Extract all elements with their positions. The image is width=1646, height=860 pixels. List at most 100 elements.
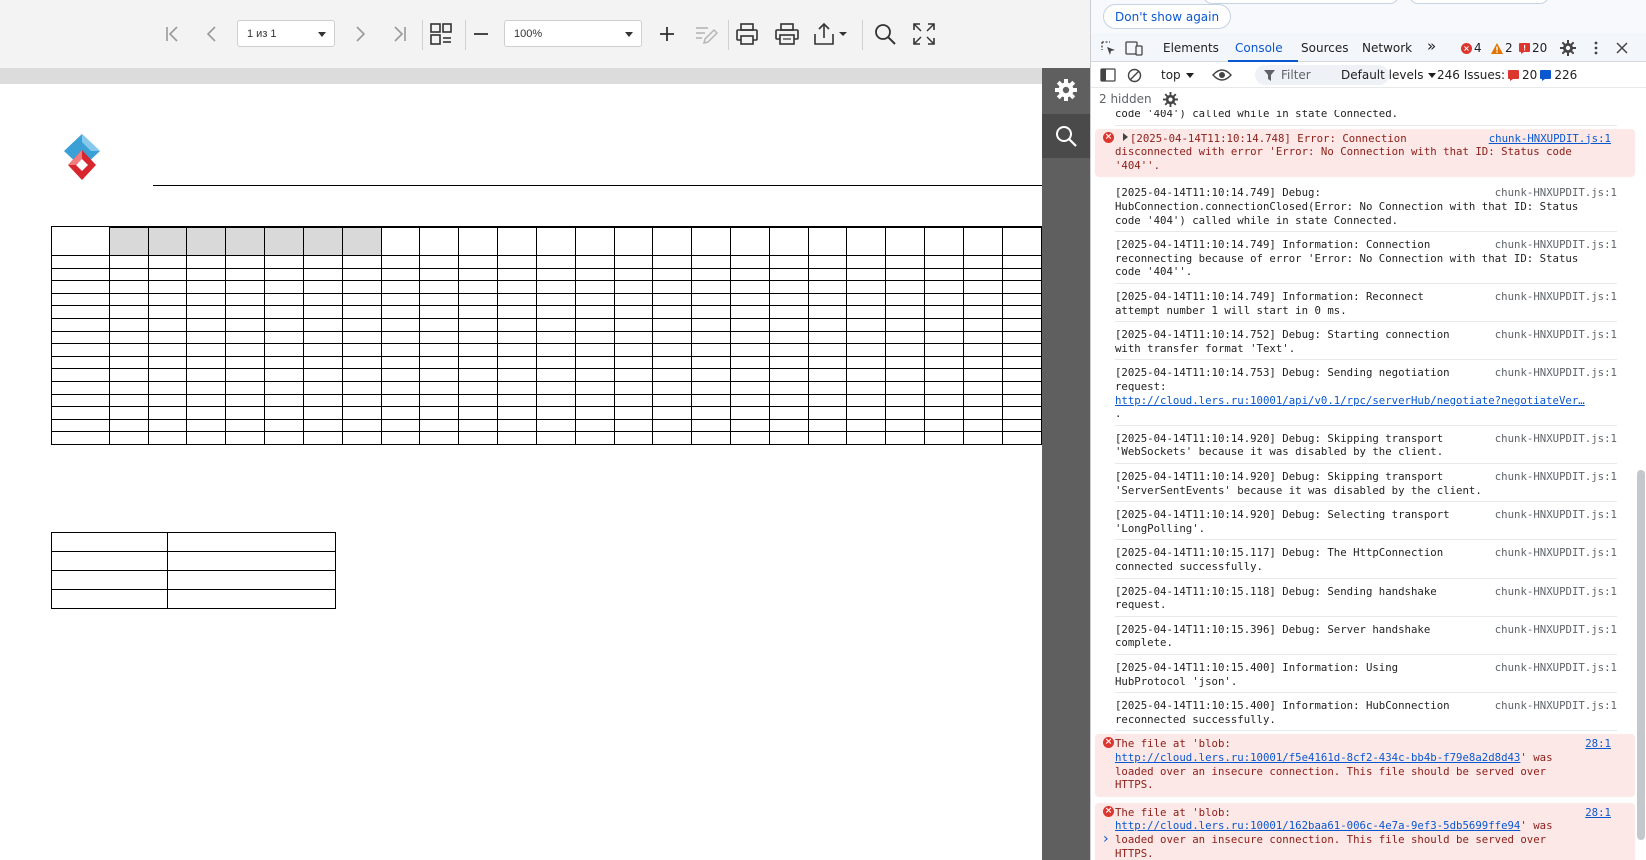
console-log-message[interactable]: [2025-04-14T11:10:14.920] Debug: Skippin…	[1115, 429, 1617, 464]
print-icon[interactable]	[731, 18, 763, 50]
console-log-message[interactable]: [2025-04-14T11:10:15.400] Information: H…	[1115, 696, 1617, 732]
tab-network[interactable]: Network	[1362, 41, 1412, 55]
fullscreen-icon[interactable]	[908, 18, 940, 50]
console-error-message[interactable]: × The file at 'blob: http://cloud.lers.ru:…	[1095, 734, 1635, 797]
console-url-link[interactable]: http://cloud.lers.ru:10001/api/v0.1/rpc/…	[1115, 394, 1585, 407]
issues-label: 246 Issues:	[1437, 68, 1506, 82]
table-cell	[846, 292, 887, 307]
console-log-message[interactable]: [2025-04-14T11:10:14.749] Information: C…	[1115, 235, 1617, 284]
table-cell	[419, 393, 460, 408]
table-cell	[108, 292, 149, 307]
more-options-icon[interactable]	[1587, 39, 1605, 57]
table-cell	[962, 280, 1003, 294]
console-source-link[interactable]: chunk-HNXUPDIT.js:1	[1495, 585, 1617, 599]
dont-show-again-button[interactable]: Don't show again	[1103, 4, 1232, 29]
print-preview-icon[interactable]	[771, 18, 803, 50]
export-icon[interactable]	[811, 18, 853, 50]
prev-page-icon[interactable]	[196, 18, 228, 50]
error-count[interactable]: × 4	[1461, 41, 1482, 55]
console-source-link[interactable]: chunk-HNXUPDIT.js:1	[1495, 186, 1617, 200]
infobar-button[interactable]	[1409, 0, 1549, 4]
first-page-icon[interactable]	[157, 18, 189, 50]
table-cell	[846, 406, 887, 420]
tab-sources[interactable]: Sources	[1301, 41, 1348, 55]
device-toolbar-icon[interactable]	[1125, 39, 1143, 57]
console-prompt[interactable]: ›	[1103, 831, 1109, 847]
table-cell	[535, 305, 576, 319]
zoom-out-icon[interactable]	[465, 18, 497, 50]
table-cell	[108, 431, 149, 445]
view-mode-icon[interactable]	[425, 18, 457, 50]
console-url-link[interactable]: http://cloud.lers.ru:10001/162baa61-006c…	[1115, 819, 1520, 832]
clear-console-icon[interactable]	[1125, 66, 1143, 84]
search-icon[interactable]	[869, 18, 901, 50]
console-log-message[interactable]: [2025-04-14T11:10:15.396] Debug: Server …	[1115, 620, 1617, 655]
console-log-message[interactable]: code '404') called while in state Connec…	[1115, 110, 1617, 126]
inspect-element-icon[interactable]	[1099, 39, 1117, 57]
console-error-message[interactable]: × The file at 'blob: http://cloud.lers.ru:…	[1095, 802, 1635, 860]
console-source-link[interactable]: chunk-HNXUPDIT.js:1	[1495, 290, 1617, 304]
console-source-link[interactable]: chunk-HNXUPDIT.js:1	[1495, 699, 1617, 713]
table-header-cell	[885, 227, 926, 256]
more-tabs-icon[interactable]: »	[1427, 37, 1436, 55]
console-source-link[interactable]: chunk-HNXUPDIT.js:1	[1495, 623, 1617, 637]
gear-icon[interactable]	[1161, 90, 1179, 108]
console-source-link[interactable]: chunk-HNXUPDIT.js:1	[1495, 508, 1617, 522]
console-log-message[interactable]: [2025-04-14T11:10:14.920] Debug: Selecti…	[1115, 505, 1617, 541]
eye-icon[interactable]	[1211, 66, 1233, 84]
expand-triangle-icon[interactable]	[1123, 132, 1128, 141]
console-messages: code '404') called while in state Connec…	[1091, 110, 1637, 860]
warning-count[interactable]: 2	[1491, 41, 1513, 55]
console-source-link[interactable]: chunk-HNXUPDIT.js:1	[1489, 132, 1611, 146]
console-source-link[interactable]: 28:1	[1585, 737, 1611, 751]
table-cell	[807, 280, 848, 294]
console-source-link[interactable]: 28:1	[1585, 806, 1611, 820]
search-icon[interactable]	[1042, 114, 1090, 158]
console-log-message[interactable]: [2025-04-14T11:10:15.118] Debug: Sending…	[1115, 582, 1617, 617]
table-cell	[108, 406, 149, 420]
console-log-message[interactable]: [2025-04-14T11:10:14.753] Debug: Sending…	[1115, 363, 1617, 426]
console-log-message[interactable]: [2025-04-14T11:10:14.749] Information: R…	[1115, 287, 1617, 323]
console-source-link[interactable]: chunk-HNXUPDIT.js:1	[1495, 432, 1617, 446]
table-cell	[846, 393, 887, 408]
table-cell	[768, 343, 809, 357]
table-cell	[1001, 406, 1042, 420]
console-source-link[interactable]: chunk-HNXUPDIT.js:1	[1495, 546, 1617, 560]
last-page-icon[interactable]	[383, 18, 415, 50]
issue-count[interactable]: 20	[1519, 41, 1547, 55]
edit-icon[interactable]	[690, 18, 722, 50]
gear-icon[interactable]	[1559, 39, 1577, 57]
tab-console[interactable]: Console	[1235, 41, 1283, 55]
gear-icon[interactable]	[1042, 68, 1090, 112]
next-page-icon[interactable]	[344, 18, 376, 50]
console-source-link[interactable]: chunk-HNXUPDIT.js:1	[1495, 366, 1617, 380]
console-scrollbar-thumb[interactable]	[1637, 470, 1645, 840]
console-log-message[interactable]: [2025-04-14T11:10:14.752] Debug: Startin…	[1115, 325, 1617, 361]
console-error-message[interactable]: × [2025-04-14T11:10:14.748] Error: Connec…	[1095, 128, 1635, 178]
table-cell	[652, 393, 693, 408]
console-url-link[interactable]: http://cloud.lers.ru:10001/f5e4161d-8cf2…	[1115, 751, 1520, 764]
sidebar-toggle-icon[interactable]	[1099, 66, 1117, 84]
table-cell	[419, 330, 460, 345]
table-cell	[924, 393, 964, 408]
context-select[interactable]: top	[1161, 68, 1194, 82]
zoom-select[interactable]: 100%	[504, 20, 642, 47]
close-icon[interactable]	[1613, 39, 1631, 57]
console-source-link[interactable]: chunk-HNXUPDIT.js:1	[1495, 238, 1617, 252]
console-log-message[interactable]: [2025-04-14T11:10:15.400] Information: U…	[1115, 658, 1617, 694]
console-log-message[interactable]: [2025-04-14T11:10:14.749] Debug: HubConne…	[1115, 183, 1617, 233]
page-select[interactable]: 1 из 1	[237, 20, 335, 47]
issues-button[interactable]: 246 Issues: 20 226	[1437, 68, 1577, 82]
console-message-text: with transfer format 'Text'.	[1115, 341, 1296, 355]
console-source-link[interactable]: chunk-HNXUPDIT.js:1	[1495, 661, 1617, 675]
console-log-message[interactable]: [2025-04-14T11:10:14.920] Debug: Skippin…	[1115, 467, 1617, 503]
console-source-link[interactable]: chunk-HNXUPDIT.js:1	[1495, 470, 1617, 484]
console-log-message[interactable]: [2025-04-14T11:10:15.117] Debug: The Htt…	[1115, 543, 1617, 579]
console-source-link[interactable]: chunk-HNXUPDIT.js:1	[1495, 328, 1617, 342]
log-levels-select[interactable]: Default levels	[1341, 68, 1437, 82]
zoom-in-icon[interactable]	[651, 18, 683, 50]
tab-elements[interactable]: Elements	[1163, 41, 1219, 55]
table-cell	[51, 570, 168, 590]
table-cell	[768, 355, 809, 370]
infobar-button[interactable]	[1203, 0, 1399, 4]
